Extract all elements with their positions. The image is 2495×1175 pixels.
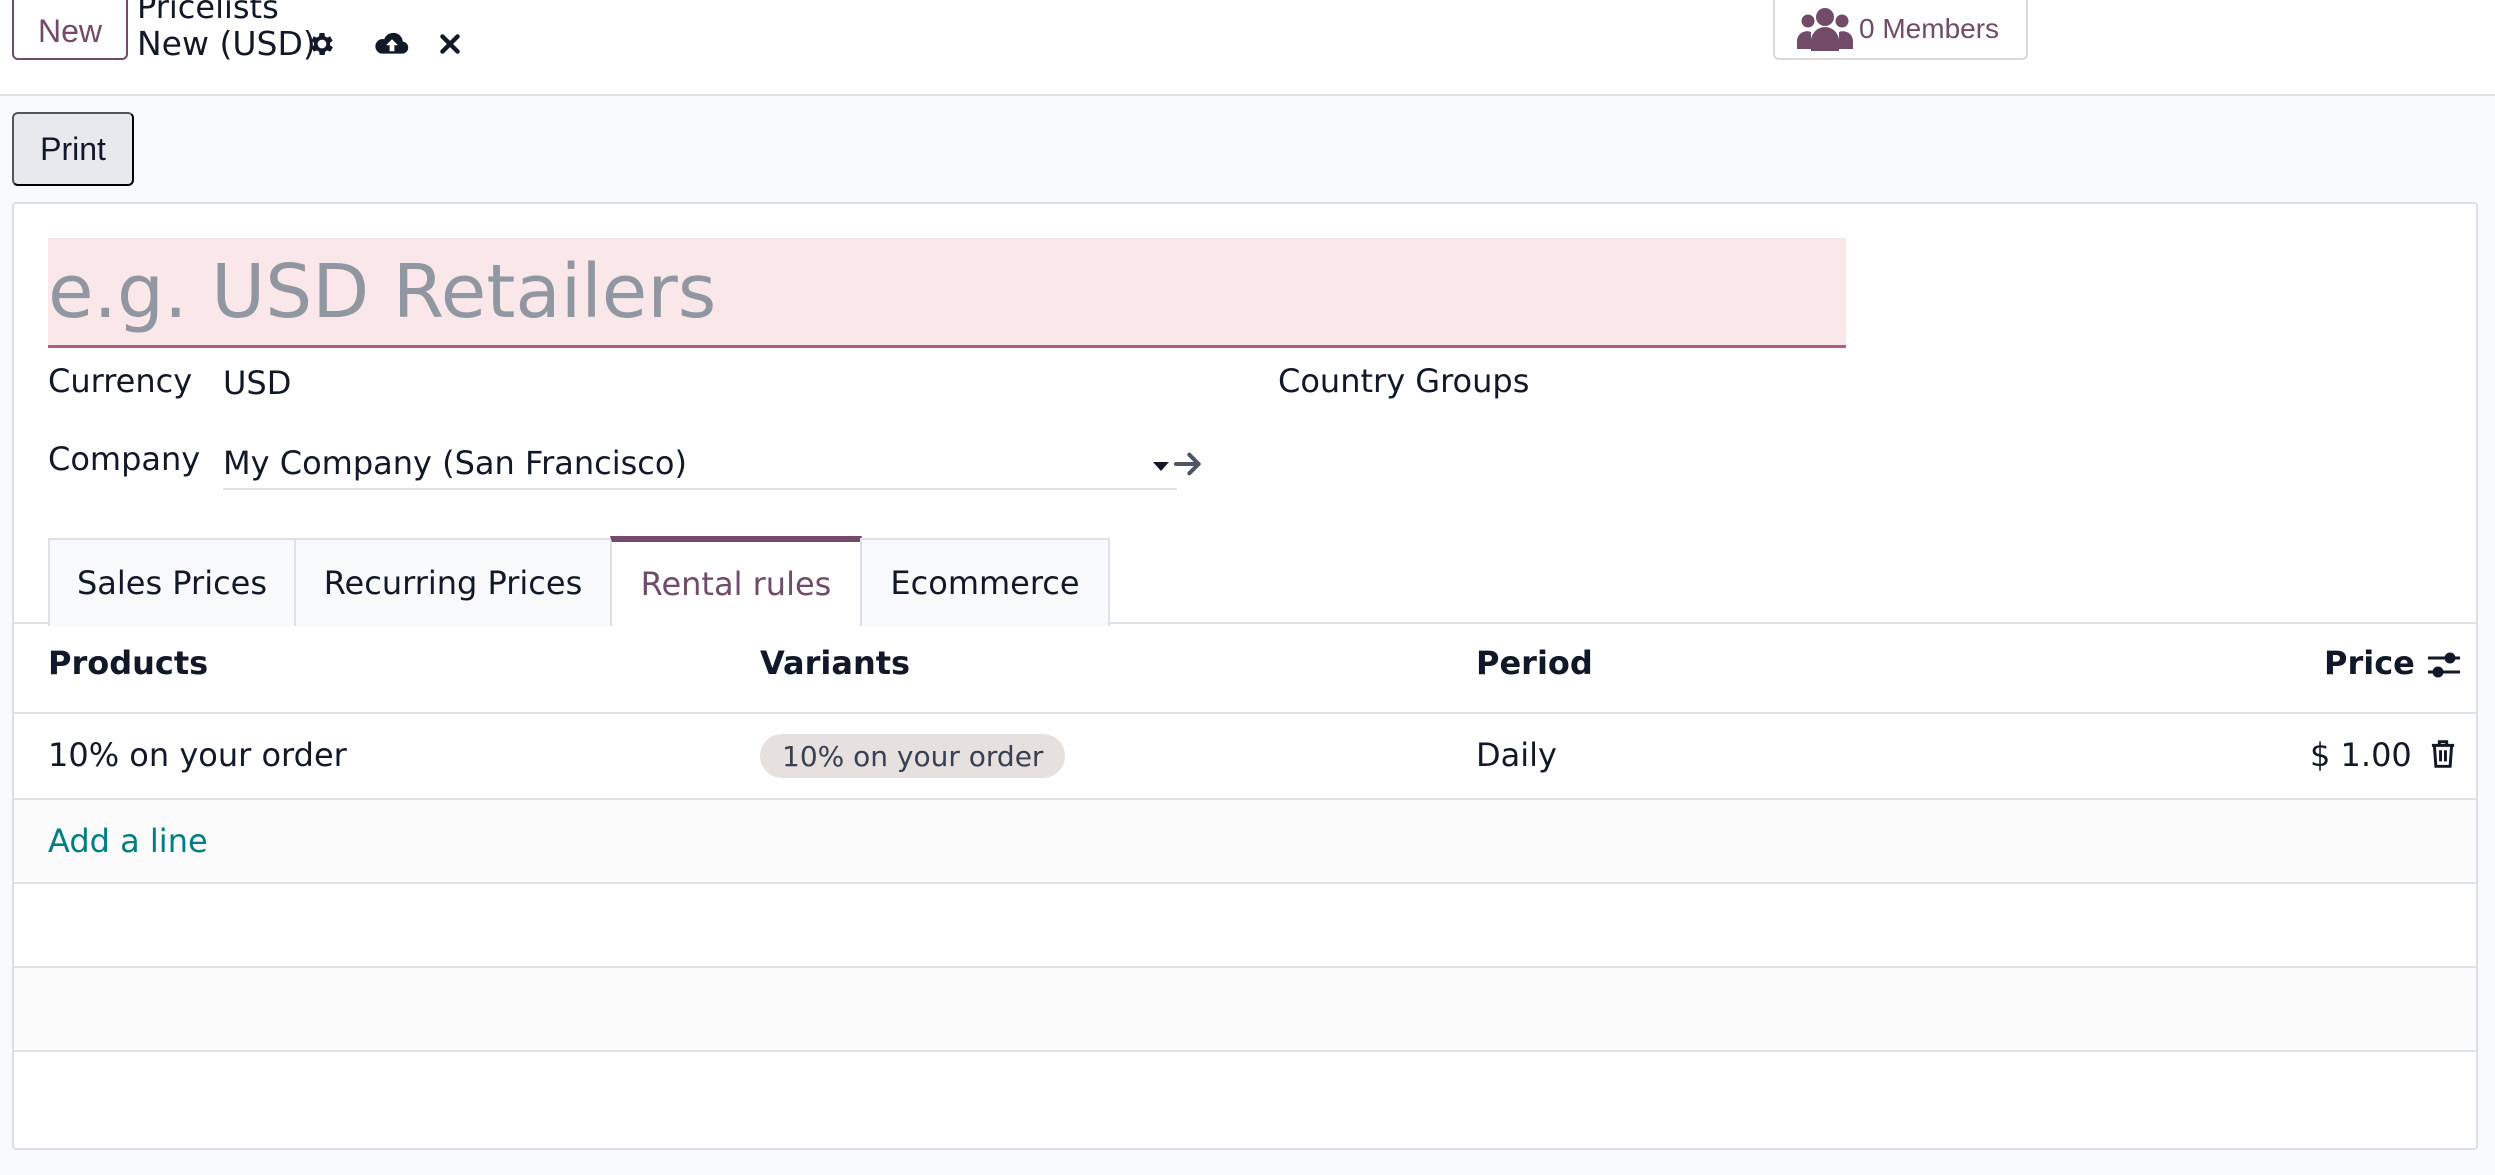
form-sheet: e.g. USD Retailers Currency USD Country … <box>12 202 2478 1150</box>
company-value: My Company (San Francisco) <box>223 444 687 482</box>
company-label: Company <box>48 440 201 478</box>
row-product[interactable]: 10% on your order <box>48 736 347 774</box>
cloud-upload-icon[interactable] <box>374 26 410 62</box>
tab-recurring-prices[interactable]: Recurring Prices <box>294 538 612 626</box>
users-icon <box>1797 5 1853 53</box>
empty-row <box>14 1052 2476 1134</box>
tab-rental-rules[interactable]: Rental rules <box>610 536 862 626</box>
arrow-right-icon[interactable] <box>1172 448 1208 484</box>
breadcrumb-current: New (USD) <box>137 24 316 63</box>
tab-ecommerce[interactable]: Ecommerce <box>860 538 1110 626</box>
row-price[interactable]: $ 1.00 <box>2310 736 2412 774</box>
name-placeholder: e.g. USD Retailers <box>48 248 717 335</box>
company-select[interactable]: My Company (San Francisco) <box>223 440 1177 490</box>
trash-icon[interactable] <box>2428 738 2458 770</box>
control-panel: New Pricelists New (USD) 0 Members <box>0 0 2495 96</box>
new-button[interactable]: New <box>12 0 128 60</box>
members-label: 0 Members <box>1859 13 2000 44</box>
column-header-price[interactable]: Price <box>2324 644 2415 682</box>
currency-label: Currency <box>48 362 193 400</box>
table-row[interactable] <box>14 714 2476 798</box>
breadcrumb-parent[interactable]: Pricelists <box>137 0 279 26</box>
add-line-link[interactable]: Add a line <box>48 822 208 860</box>
print-button[interactable]: Print <box>12 112 134 186</box>
column-header-variants[interactable]: Variants <box>760 644 910 682</box>
column-header-products[interactable]: Products <box>48 644 208 682</box>
empty-row <box>14 884 2476 966</box>
column-header-period[interactable]: Period <box>1476 644 1593 682</box>
close-icon[interactable] <box>432 26 468 62</box>
caret-down-icon[interactable] <box>1153 462 1169 471</box>
sliders-icon[interactable] <box>2426 648 2462 682</box>
row-period[interactable]: Daily <box>1476 736 1557 774</box>
members-button[interactable]: 0 Members <box>1773 0 2028 60</box>
gear-icon[interactable] <box>304 26 340 62</box>
add-line-row <box>14 800 2476 882</box>
notebook-tabs: Sales Prices Recurring Prices Rental rul… <box>14 534 2476 626</box>
pricelist-name-input[interactable]: e.g. USD Retailers <box>48 238 1846 348</box>
tab-sales-prices[interactable]: Sales Prices <box>48 538 296 626</box>
country-groups-label: Country Groups <box>1278 362 1530 400</box>
variant-badge: 10% on your order <box>760 734 1066 778</box>
empty-row <box>14 968 2476 1050</box>
currency-value[interactable]: USD <box>223 364 291 402</box>
